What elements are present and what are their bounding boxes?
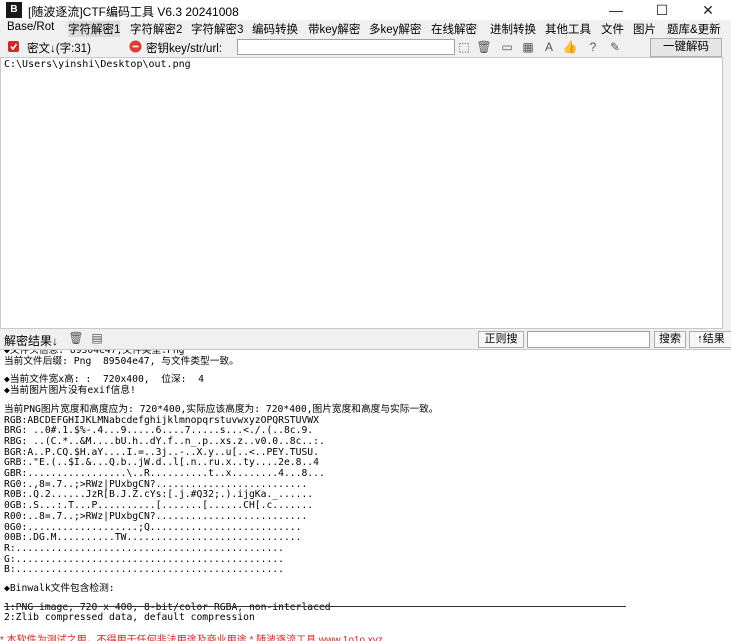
key-label: 密钥key/str/url: [146, 43, 223, 55]
result-trash-icon[interactable]: 🗑 [68, 330, 84, 346]
result-notepad-icon[interactable]: ▤ [89, 330, 105, 346]
menu-char-decrypt-3[interactable]: 字符解密3 [191, 21, 243, 37]
separator [4, 606, 626, 607]
menu-char-decrypt-1[interactable]: 字符解密1 [68, 21, 121, 37]
output-line: R00:..8=.7..;>RWz|PUxbgCN?..............… [4, 510, 308, 522]
result-label: 解密结果↓ [4, 334, 59, 348]
menu-question-bank-update[interactable]: 题库&更新 [667, 21, 721, 37]
menu-multi-key-decrypt[interactable]: 多key解密 [369, 21, 421, 37]
clear-icon[interactable] [7, 40, 20, 53]
search-button[interactable]: 搜索 [654, 331, 686, 348]
notepad-icon[interactable]: ▭ [499, 39, 515, 55]
trash-icon[interactable]: 🗑 [476, 39, 492, 55]
menu-image[interactable]: 图片 [633, 21, 656, 37]
regex-search-button[interactable]: 正则搜 [478, 331, 524, 348]
to-result-button[interactable]: ↑结果 [689, 331, 731, 348]
toolbar: 密文↓(字:31) 密钥key/str/url: ⬚ 🗑 ▭ ▦ A 👍 ? ✎… [0, 37, 731, 91]
search-input[interactable] [527, 331, 650, 348]
menu-key-decrypt[interactable]: 带key解密 [308, 21, 360, 37]
title-bar: B [随波逐流]CTF编码工具 V6.3 20241008 — ☐ ✕ [0, 0, 731, 20]
maximize-button[interactable]: ☐ [639, 0, 685, 20]
help-icon[interactable]: ? [585, 39, 601, 55]
key-input[interactable] [237, 39, 455, 55]
output-line: ◆Binwalk文件包含检测: [4, 583, 115, 595]
one-click-decode-button[interactable]: 一键解码 [650, 38, 722, 57]
menu-char-decrypt-2[interactable]: 字符解密2 [130, 21, 182, 37]
menu-bar: Base/Rot 字符解密1 字符解密2 字符解密3 编码转换 带key解密 多… [0, 20, 731, 37]
menu-online-decrypt[interactable]: 在线解密 [431, 21, 477, 37]
output-line: ◆当前图片图片没有exif信息! [4, 385, 136, 397]
result-output[interactable]: ◆文件头信息: 89504e47,文件类型:Png 当前文件后缀: Png 895… [0, 349, 731, 641]
menu-base-rot[interactable]: Base/Rot [7, 21, 54, 33]
input-scrollbar[interactable] [723, 57, 731, 329]
menu-other-tools[interactable]: 其他工具 [545, 21, 591, 37]
app-icon: B [6, 2, 22, 18]
font-icon[interactable]: A [541, 39, 557, 55]
table-icon[interactable]: ▦ [520, 39, 536, 55]
window-title: [随波逐流]CTF编码工具 V6.3 20241008 [28, 5, 239, 19]
menu-encoding-convert[interactable]: 编码转换 [252, 21, 298, 37]
key-icon[interactable] [129, 40, 142, 53]
minimize-button[interactable]: — [593, 0, 639, 20]
cipher-input[interactable]: C:\Users\yinshi\Desktop\out.png [0, 57, 723, 329]
menu-base-convert[interactable]: 进制转换 [490, 21, 536, 37]
result-bar: 解密结果↓ 🗑 ▤ 正则搜 搜索 ↑结果 [0, 329, 731, 349]
result-text: ◆文件头信息: 89504e47,文件类型:Png 当前文件后缀: Png 895… [4, 350, 439, 624]
select-icon[interactable]: ⬚ [456, 39, 472, 55]
close-button[interactable]: ✕ [685, 0, 731, 20]
thumbs-up-icon[interactable]: 👍 [562, 39, 578, 55]
cipher-length-label: 密文↓(字:31) [27, 43, 91, 55]
edit-icon[interactable]: ✎ [607, 39, 623, 55]
menu-file[interactable]: 文件 [601, 21, 624, 37]
output-line: 当前PNG图片宽度和高度应为: 720*400,实际应该高度为: 720*400… [4, 403, 439, 415]
output-line: 2:Zlib compressed data, default compress… [4, 612, 255, 624]
output-line: B:......................................… [4, 564, 284, 576]
output-line: 当前文件后缀: Png 89504e47, 与文件类型一致。 [4, 355, 239, 367]
